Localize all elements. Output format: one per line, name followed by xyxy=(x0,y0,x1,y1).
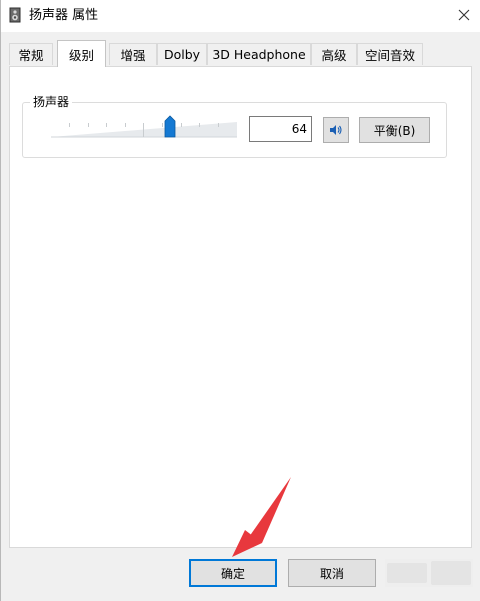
cancel-label: 取消 xyxy=(319,566,344,581)
volume-value-field[interactable]: 64 xyxy=(249,116,312,142)
group-label: 扬声器 xyxy=(30,94,73,110)
close-button[interactable] xyxy=(447,0,480,30)
volume-slider[interactable] xyxy=(51,113,237,141)
tab-spatial-sound[interactable]: 空间音效 xyxy=(357,43,423,65)
watermark-blur xyxy=(431,561,471,585)
tab-label: 增强 xyxy=(120,48,146,63)
tab-label: 常规 xyxy=(18,48,44,63)
tab-3d-headphone[interactable]: 3D Headphone xyxy=(207,43,311,65)
tab-enhancements[interactable]: 增强 xyxy=(109,43,157,65)
mute-button[interactable] xyxy=(323,117,349,143)
tab-label: Dolby xyxy=(163,47,201,62)
title-bar: 扬声器 属性 xyxy=(1,0,480,32)
ok-button[interactable]: 确定 xyxy=(189,559,277,587)
tab-label: 3D Headphone xyxy=(212,47,306,62)
levels-panel: 扬声器 64 平衡(B) xyxy=(9,66,472,548)
speaker-level-group: 扬声器 64 平衡(B) xyxy=(22,94,447,158)
tab-dolby[interactable]: Dolby xyxy=(157,43,207,65)
close-icon xyxy=(458,9,470,21)
tab-levels[interactable]: 级别 xyxy=(57,40,106,67)
slider-thumb[interactable] xyxy=(164,115,176,138)
speaker-icon xyxy=(330,125,342,135)
tab-label: 高级 xyxy=(321,48,347,63)
properties-window: 扬声器 属性 常规 级别 增强 Dolby 3D Headphone 高级 空间… xyxy=(0,0,480,601)
tab-label: 空间音效 xyxy=(364,48,415,63)
balance-button[interactable]: 平衡(B) xyxy=(359,117,430,143)
balance-label: 平衡(B) xyxy=(373,123,416,138)
window-title: 扬声器 属性 xyxy=(29,8,99,23)
cancel-button[interactable]: 取消 xyxy=(288,559,376,587)
ok-label: 确定 xyxy=(220,566,245,581)
apply-button-obscured[interactable] xyxy=(385,559,473,587)
tab-advanced[interactable]: 高级 xyxy=(311,43,357,65)
tab-label: 级别 xyxy=(68,47,94,63)
speaker-device-icon xyxy=(9,7,21,23)
watermark-blur xyxy=(387,563,427,583)
tab-general[interactable]: 常规 xyxy=(9,43,53,65)
